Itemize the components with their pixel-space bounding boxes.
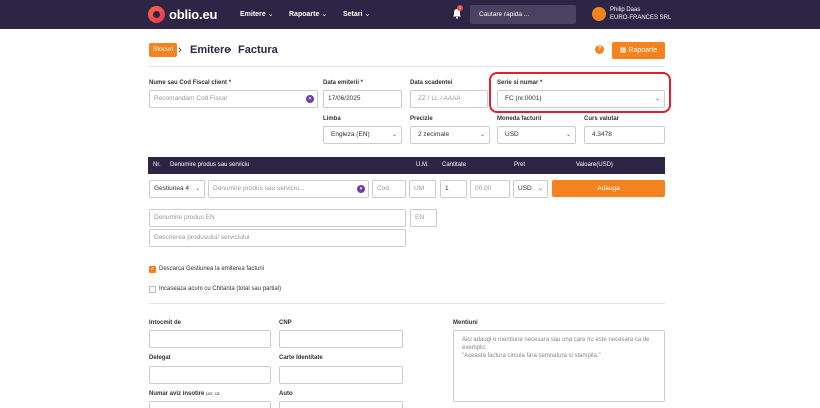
price-input[interactable]: 00.00 (470, 180, 510, 198)
currency-select[interactable]: USD ⌄ (497, 126, 576, 144)
brand-name: oblio.eu (169, 7, 218, 22)
client-placeholder: Recomandam Cod Fiscal (154, 95, 227, 102)
help-icon[interactable]: ? (595, 45, 604, 54)
avatar[interactable] (592, 7, 606, 21)
nav-setari[interactable]: Setari ⌄ (343, 10, 370, 18)
chevron-down-icon: ⌄ (267, 11, 274, 18)
delivery-note-label: Numar aviz insotire (ex: ca (149, 391, 220, 397)
precision-label: Precizie (410, 116, 433, 122)
delegate-input[interactable] (149, 366, 271, 384)
delegate-label: Delegat (149, 355, 171, 361)
brand[interactable]: oblio.eu (148, 6, 217, 23)
nav-label: Setari (343, 11, 363, 18)
quick-search-input[interactable]: Cautare rapida ... (470, 5, 576, 24)
add-product-button[interactable]: Adauga (552, 180, 665, 197)
chevron-down-icon: ⌄ (321, 11, 328, 18)
chevron-down-icon: ⌄ (364, 11, 371, 18)
exchange-rate-input[interactable]: 4.3478 (584, 126, 665, 144)
prepared-by-input[interactable] (149, 330, 271, 348)
due-date-label: Data scadentei (410, 80, 453, 86)
currency-label: Moneda facturii (497, 116, 542, 122)
top-navbar: oblio.eu Emitere ⌄ Rapoarte ⌄ Setari ⌄ 1 Ca… (0, 0, 820, 29)
notification-badge: 1 (457, 5, 463, 11)
issue-date-label: Data emiterii * (323, 80, 364, 86)
chevron-down-icon: ⌄ (537, 186, 543, 192)
series-highlight (489, 72, 671, 113)
divider (149, 66, 665, 67)
collect-receipt-checkbox[interactable] (149, 286, 156, 293)
user-company[interactable]: EURO-FRANCES SRL (610, 15, 671, 21)
unload-stock-checkbox[interactable]: ✓ (149, 266, 156, 273)
auto-input[interactable] (279, 401, 403, 408)
product-name-en-input[interactable]: Denumire produs EN (149, 209, 406, 227)
nav-label: Emitere (240, 11, 266, 18)
col-nr: Nr. (153, 162, 161, 168)
clear-icon[interactable]: ✕ (306, 95, 314, 103)
nav-label: Rapoarte (289, 11, 320, 18)
issue-date-input[interactable]: 17/06/2025 (323, 90, 402, 108)
precision-select[interactable]: 2 zecimale ⌄ (410, 126, 490, 144)
delivery-note-input[interactable] (149, 401, 271, 408)
due-date-input[interactable]: ZZ / LL / AAAA (410, 90, 488, 108)
precision-value: 2 zecimale (418, 131, 450, 138)
collect-receipt-label: Incaseaza acum cu Chitanta (total sau pa… (159, 286, 282, 292)
search-product-icon[interactable]: ▾ (357, 185, 365, 193)
breadcrumb-stocuri[interactable]: Stocuri (149, 43, 178, 57)
delivery-note-text: Numar aviz insotire (149, 391, 205, 397)
col-qty: Cantitate (442, 162, 467, 168)
row-currency-value: USD (518, 185, 532, 192)
auto-label: Auto (279, 391, 293, 397)
um-input[interactable]: UM (409, 180, 436, 198)
product-code-input[interactable]: Cod (372, 180, 406, 198)
rapoarte-button-label: Rapoarte (628, 47, 658, 54)
language-value: Engleza (EN) (331, 131, 370, 138)
cnp-input[interactable] (279, 330, 403, 348)
mentions-textarea[interactable]: Aici adaugi o mentiune necesara sau una … (453, 330, 665, 402)
prepared-by-label: Intocmit de (149, 320, 182, 326)
col-price: Pret (514, 162, 526, 168)
breadcrumb-separator: › (228, 44, 232, 56)
col-name: Denumire produs sau serviciu (170, 162, 250, 168)
id-card-label: Carte Identitate (279, 355, 323, 361)
warehouse-select[interactable]: Gestiunea 4 ⌄ (149, 180, 205, 198)
row-currency-select[interactable]: USD ⌄ (513, 180, 548, 198)
en-label-box: EN (410, 209, 437, 227)
language-select[interactable]: Engleza (EN) ⌄ (323, 126, 402, 144)
col-value: Valoare(USD) (576, 162, 613, 168)
oblio-logo-icon (148, 6, 165, 23)
breadcrumb-separator: › (178, 44, 182, 56)
chevron-down-icon: ⌄ (479, 132, 485, 138)
currency-value: USD (505, 131, 519, 138)
client-input[interactable]: Recomandam Cod Fiscal ✕ (149, 90, 318, 108)
language-label: Limba (323, 116, 341, 122)
product-name-placeholder: Denumire produs sau serviciu... (213, 185, 305, 192)
warehouse-value: Gestiunea 4 (154, 185, 190, 192)
unload-stock-label: Descarca Gestiunea la emiterea facturii (159, 266, 265, 272)
nav-emitere[interactable]: Emitere ⌄ (240, 10, 274, 18)
chevron-down-icon: ⌄ (194, 186, 200, 192)
client-label: Nume sau Cod Fiscal client * (149, 80, 232, 86)
product-name-input[interactable]: Denumire produs sau serviciu... ▾ (208, 180, 369, 198)
quantity-input[interactable]: 1 (440, 180, 467, 198)
page-title: Factura (238, 44, 278, 56)
products-table-header: Nr. Denumire produs sau serviciu U.M. Ca… (148, 157, 665, 174)
user-name[interactable]: Philip Daas (610, 7, 640, 13)
rapoarte-button[interactable]: ▦ Rapoarte (612, 42, 665, 59)
product-description-input[interactable]: Descrierea produsului/ serviciului (149, 229, 406, 247)
id-card-input[interactable] (279, 366, 403, 384)
chevron-down-icon: ⌄ (391, 132, 397, 138)
nav-rapoarte[interactable]: Rapoarte ⌄ (289, 10, 327, 18)
mentions-label: Mentiuni (453, 320, 478, 326)
breadcrumb-emitere[interactable]: Emitere (190, 43, 230, 57)
delivery-note-hint: (ex: ca (206, 391, 220, 396)
col-um: U.M. (416, 162, 429, 168)
exchange-rate-label: Curs valutar (584, 116, 620, 122)
chevron-down-icon: ⌄ (565, 132, 571, 138)
divider (149, 303, 665, 304)
cnp-label: CNP (279, 320, 292, 326)
